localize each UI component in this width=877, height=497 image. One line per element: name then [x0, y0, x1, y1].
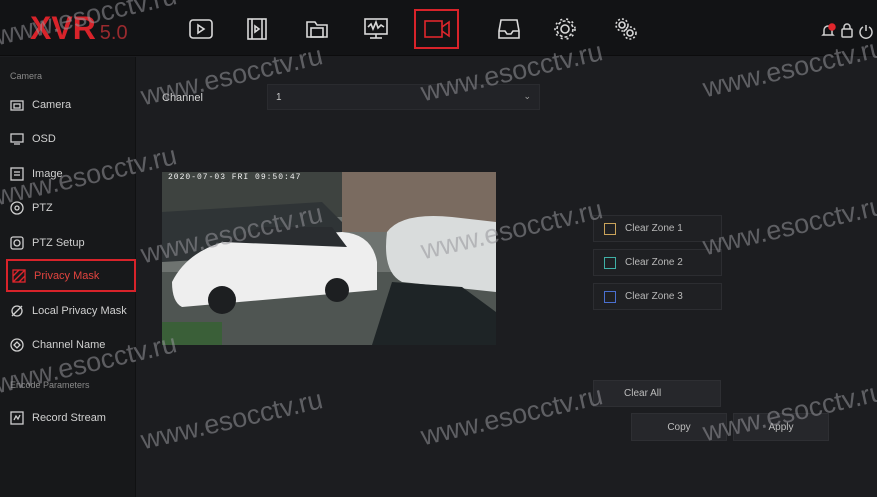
power-icon[interactable]: [857, 22, 875, 40]
top-bar: XVR 5.0: [0, 0, 877, 56]
zone-label: Clear Zone 3: [625, 291, 683, 302]
osd-timestamp: 2020-07-03 FRI 09:50:47: [168, 173, 302, 182]
camera-icon[interactable]: [414, 9, 459, 49]
ptz-setup-icon: [10, 235, 24, 250]
sidebar-item-label: Camera: [32, 98, 72, 111]
channel-label: Channel: [162, 92, 203, 104]
sidebar-item-privacy-mask[interactable]: Privacy Mask: [6, 259, 136, 292]
folder-icon[interactable]: [297, 10, 337, 48]
sidebar-item-camera[interactable]: Camera: [6, 88, 136, 121]
zone-label: Clear Zone 2: [625, 257, 683, 268]
sidebar-item-local-privacy-mask[interactable]: Local Privacy Mask: [6, 294, 136, 327]
sidebar-item-ptz[interactable]: PTZ: [6, 191, 136, 224]
zone-3-checkbox[interactable]: [604, 290, 616, 303]
copy-button[interactable]: Copy: [631, 413, 727, 441]
sidebar-item-image[interactable]: Image: [6, 157, 136, 190]
channel-select[interactable]: 1 ⌄: [267, 84, 540, 110]
watermark: www.esocctv.ru: [418, 380, 606, 452]
chevron-down-icon: ⌄: [523, 91, 531, 101]
sidebar-item-label: Privacy Mask: [34, 269, 100, 282]
zone-label: Clear Zone 1: [625, 223, 683, 234]
record-stream-icon: [10, 410, 24, 425]
settings-gear-icon[interactable]: [545, 10, 585, 48]
sidebar-section-camera: Camera: [10, 71, 43, 81]
watermark: www.esocctv.ru: [138, 384, 326, 456]
alarm-bell-icon[interactable]: [819, 22, 837, 40]
apply-button[interactable]: Apply: [733, 413, 829, 441]
sidebar-section-encode: Encode Parameters: [10, 380, 90, 390]
privacy-mask-icon: [12, 268, 26, 283]
clear-all-button[interactable]: Clear All: [593, 380, 721, 407]
logo-text: XVR: [30, 10, 96, 46]
sidebar-item-record-stream[interactable]: Record Stream: [6, 401, 136, 434]
zone-1-checkbox[interactable]: [604, 222, 616, 235]
channel-select-value: 1: [276, 91, 282, 103]
sidebar-item-label: OSD: [32, 132, 56, 145]
sidebar-item-label: Image: [32, 167, 63, 180]
logo-version: 5.0: [99, 22, 128, 44]
video-file-icon[interactable]: [237, 10, 277, 48]
clear-zone-1[interactable]: Clear Zone 1: [593, 215, 722, 242]
clear-zone-3[interactable]: Clear Zone 3: [593, 283, 722, 310]
local-mask-icon: [10, 304, 24, 318]
sidebar-item-label: Record Stream: [32, 411, 106, 424]
sidebar-item-label: PTZ Setup: [32, 236, 85, 249]
network-monitor-icon[interactable]: [356, 10, 396, 48]
clear-zone-2[interactable]: Clear Zone 2: [593, 249, 722, 276]
image-icon: [10, 166, 24, 181]
storage-icon[interactable]: [489, 10, 529, 48]
zone-2-checkbox[interactable]: [604, 256, 616, 269]
camera-icon: [10, 98, 24, 112]
sidebar-item-label: Local Privacy Mask: [32, 304, 127, 317]
camera-preview[interactable]: 2020-07-03 FRI 09:50:47: [162, 172, 496, 345]
channel-name-icon: [10, 337, 24, 352]
app-window: XVR 5.0 Camera Camera OSD Image PTZ PTZ …: [0, 0, 877, 497]
sidebar-item-channel-name[interactable]: Channel Name: [6, 328, 136, 361]
sidebar-item-ptz-setup[interactable]: PTZ Setup: [6, 226, 136, 259]
monitor-icon: [10, 132, 24, 146]
sidebar-item-osd[interactable]: OSD: [6, 122, 136, 155]
logo: XVR 5.0: [30, 11, 128, 45]
playback-icon[interactable]: [181, 10, 221, 48]
sidebar-item-label: PTZ: [32, 201, 53, 214]
ptz-icon: [10, 200, 24, 215]
watermark: www.esocctv.ru: [700, 190, 877, 262]
sidebar-item-label: Channel Name: [32, 338, 106, 351]
preview-image: [162, 172, 496, 345]
system-gear-icon[interactable]: [606, 10, 646, 48]
sidebar: Camera Camera OSD Image PTZ PTZ Setup Pr…: [0, 57, 136, 497]
lock-icon[interactable]: [838, 22, 856, 40]
